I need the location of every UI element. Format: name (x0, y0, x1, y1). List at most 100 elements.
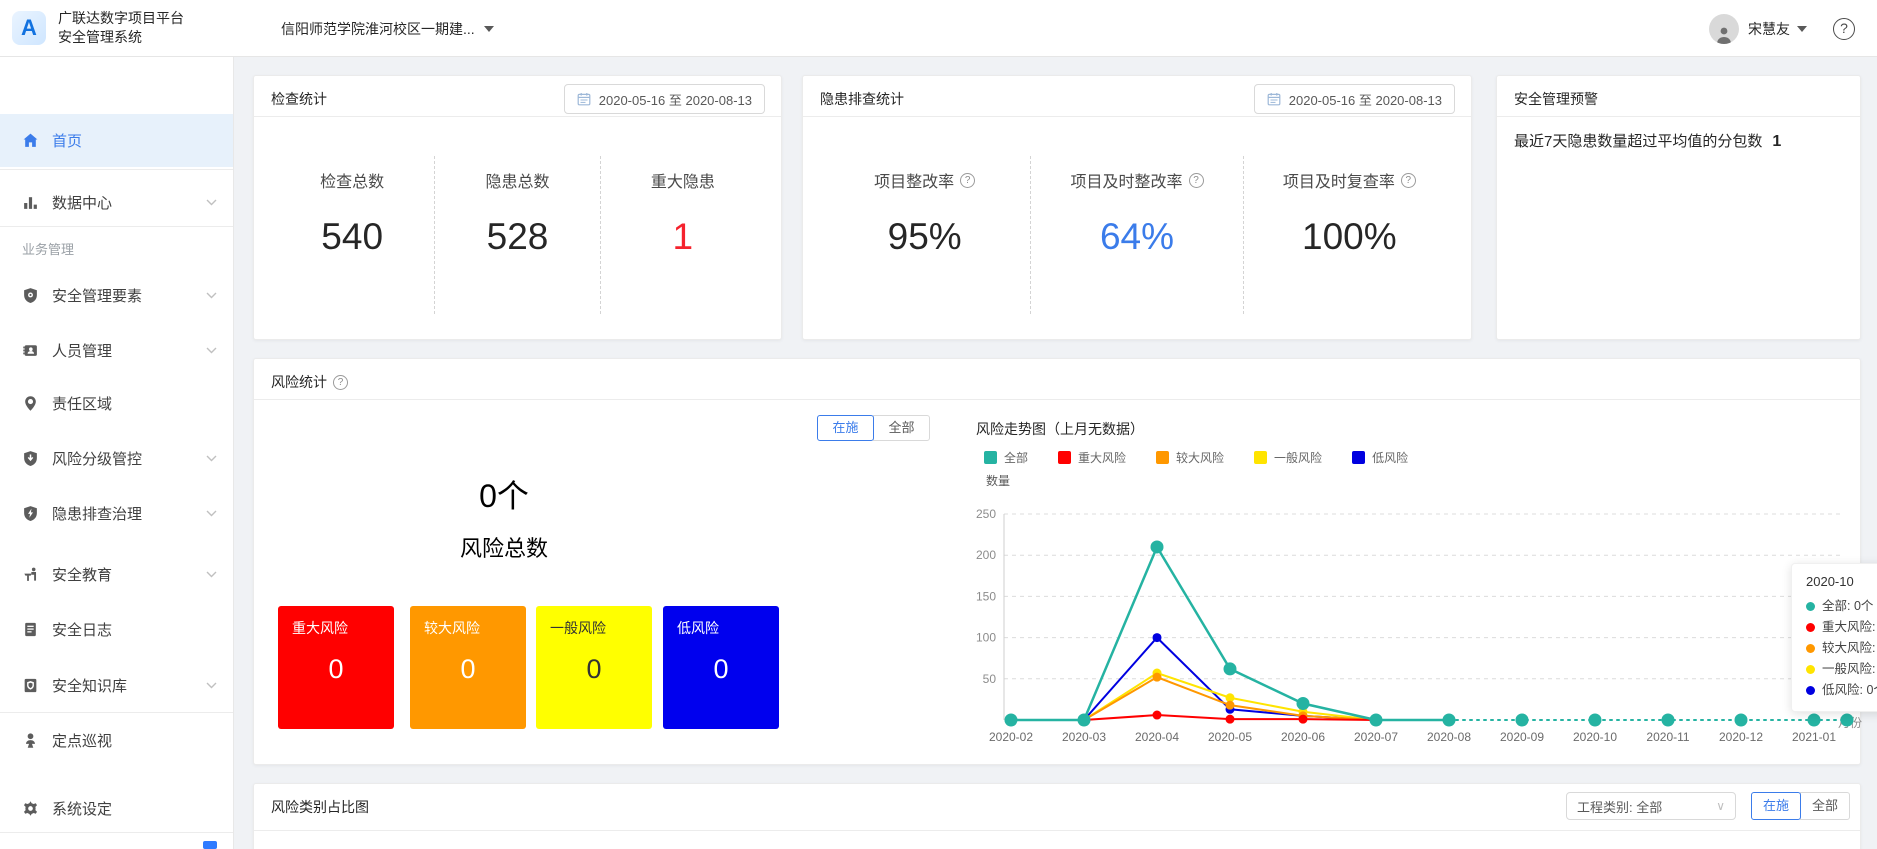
svg-text:2020-08: 2020-08 (1427, 730, 1471, 744)
shield-down-icon (22, 450, 39, 467)
toggle-all[interactable]: 全部 (873, 415, 930, 441)
gear-icon (22, 800, 39, 817)
knowledge-base-icon (22, 677, 39, 694)
toggle-all[interactable]: 全部 (1800, 792, 1850, 820)
shield-bolt-icon (22, 505, 39, 522)
risk-box-重大风险: 重大风险 0 (278, 606, 394, 729)
avatar[interactable] (1709, 14, 1739, 44)
chevron-down-icon (206, 347, 217, 354)
divider (254, 399, 1860, 400)
inspection-stat-1: 隐患总数528 (435, 156, 600, 314)
help-circle-icon[interactable]: ? (1401, 173, 1416, 188)
divider (254, 830, 1860, 831)
inspection-stat-2: 重大隐患1 (601, 156, 765, 314)
sidebar-item-label: 安全教育 (52, 564, 112, 585)
sidebar-item-系统设定[interactable]: 系统设定 (0, 784, 233, 832)
sidebar-section-label: 业务管理 (22, 239, 74, 258)
divider (1497, 116, 1860, 117)
svg-text:150: 150 (976, 589, 996, 603)
toggle-in-construction[interactable]: 在施 (817, 415, 874, 441)
sidebar-item-责任区域[interactable]: 责任区域 (0, 379, 233, 427)
sidebar-item-label: 数据中心 (52, 192, 112, 213)
divider (0, 832, 233, 833)
legend-item-一般风险[interactable]: 一般风险 (1254, 449, 1322, 466)
stat-value: 95% (819, 216, 1030, 258)
card-title: 安全管理预警 (1514, 89, 1598, 109)
home-icon (22, 132, 39, 149)
toggle-in-construction[interactable]: 在施 (1751, 792, 1801, 820)
user-menu[interactable]: 宋慧友 (1748, 19, 1807, 39)
sidebar-item-数据中心[interactable]: 数据中心 (0, 178, 233, 226)
sidebar-item-label: 安全管理要素 (52, 285, 142, 306)
sidebar-item-风险分级管控[interactable]: 风险分级管控 (0, 434, 233, 482)
legend-item-低风险[interactable]: 低风险 (1352, 449, 1408, 466)
stat-value: 1 (601, 216, 765, 258)
sidebar-item-label: 定点巡视 (52, 730, 112, 751)
logo-letter: A (21, 15, 37, 41)
help-circle-icon[interactable]: ? (1189, 173, 1204, 188)
risk-filter-toggle: 在施 全部 (817, 415, 930, 441)
app-title-line1: 广联达数字项目平台 (58, 9, 184, 28)
chevron-down-icon: ∨ (1716, 799, 1725, 813)
map-pin-icon (22, 395, 39, 412)
category-filter-toggle: 在施 全部 (1751, 792, 1850, 820)
risk-total-label: 风险总数 (364, 531, 644, 563)
sidebar-item-安全知识库[interactable]: 安全知识库 (0, 661, 233, 709)
sidebar-bottom-widget[interactable] (203, 841, 217, 849)
stat-label: 检查总数 (270, 168, 434, 192)
legend-item-全部[interactable]: 全部 (984, 449, 1028, 466)
divider (0, 226, 233, 227)
risk-box-value: 0 (278, 654, 394, 685)
legend-item-重大风险[interactable]: 重大风险 (1058, 449, 1126, 466)
svg-text:数量: 数量 (986, 473, 1010, 488)
legend-item-较大风险[interactable]: 较大风险 (1156, 449, 1224, 466)
project-category-select[interactable]: 工程类别: 全部 ∨ (1566, 792, 1736, 820)
svg-text:2020-12: 2020-12 (1719, 730, 1763, 744)
hazard-stats-row: 项目整改率?95%项目及时整改率?64%项目及时复查率?100% (819, 156, 1455, 314)
svg-text:2020-03: 2020-03 (1062, 730, 1106, 744)
user-name: 宋慧友 (1748, 19, 1790, 39)
chevron-down-icon (206, 455, 217, 462)
sidebar-item-定点巡视[interactable]: 定点巡视 (0, 716, 233, 764)
stat-value: 64% (1031, 216, 1242, 258)
risk-box-label: 重大风险 (278, 606, 394, 638)
sidebar-item-label: 风险分级管控 (52, 448, 142, 469)
risk-box-低风险: 低风险0 (663, 606, 779, 729)
project-name: 信阳师范学院淮河校区一期建... (281, 19, 475, 39)
sidebar-item-label: 系统设定 (52, 798, 112, 819)
sidebar-item-label: 首页 (52, 130, 82, 151)
risk-box-label: 一般风险 (536, 606, 652, 638)
project-selector[interactable]: 信阳师范学院淮河校区一期建... (281, 0, 494, 57)
legend-label: 一般风险 (1274, 449, 1322, 466)
card-title: 隐患排查统计 (820, 89, 904, 109)
sidebar-item-安全日志[interactable]: 安全日志 (0, 605, 233, 653)
help-icon: ? (1840, 20, 1848, 36)
stat-label: 项目及时复查率? (1244, 168, 1455, 192)
inspection-stat-0: 检查总数540 (270, 156, 435, 314)
chevron-down-icon (206, 199, 217, 206)
divider (803, 116, 1471, 117)
sidebar-item-隐患排查治理[interactable]: 隐患排查治理 (0, 489, 233, 537)
risk-trend-chart[interactable]: 数量501001502002502020-022020-032020-04202… (954, 469, 1866, 749)
risk-total: 0个 风险总数 (364, 471, 644, 563)
sidebar-item-安全教育[interactable]: 安全教育 (0, 550, 233, 598)
lectern-icon (22, 566, 39, 583)
sidebar-item-首页[interactable]: 首页 (0, 114, 233, 167)
journal-icon (22, 621, 39, 638)
date-range-picker[interactable]: 2020-05-16 至 2020-08-13 (564, 84, 765, 114)
pin-person-icon (22, 732, 39, 749)
help-button[interactable]: ? (1833, 18, 1855, 40)
card-title: 检查统计 (271, 89, 327, 109)
chevron-down-icon (206, 292, 217, 299)
stat-value: 100% (1244, 216, 1455, 258)
help-circle-icon[interactable]: ? (333, 375, 348, 390)
warning-count: 1 (1772, 133, 1781, 150)
inspection-stats-card: 检查统计 2020-05-16 至 2020-08-13 检查总数540隐患总数… (253, 75, 782, 340)
sidebar-item-人员管理[interactable]: 人员管理 (0, 326, 233, 374)
svg-text:50: 50 (983, 672, 997, 686)
help-circle-icon[interactable]: ? (960, 173, 975, 188)
date-range-picker[interactable]: 2020-05-16 至 2020-08-13 (1254, 84, 1455, 114)
sidebar-item-安全管理要素[interactable]: 安全管理要素 (0, 271, 233, 319)
risk-stats-card: 风险统计? 在施 全部 0个 风险总数 重大风险0较大风险0一般风险0低风险0 … (253, 358, 1861, 765)
tooltip-row-一般风险: 一般风险: 0个 (1806, 659, 1877, 680)
